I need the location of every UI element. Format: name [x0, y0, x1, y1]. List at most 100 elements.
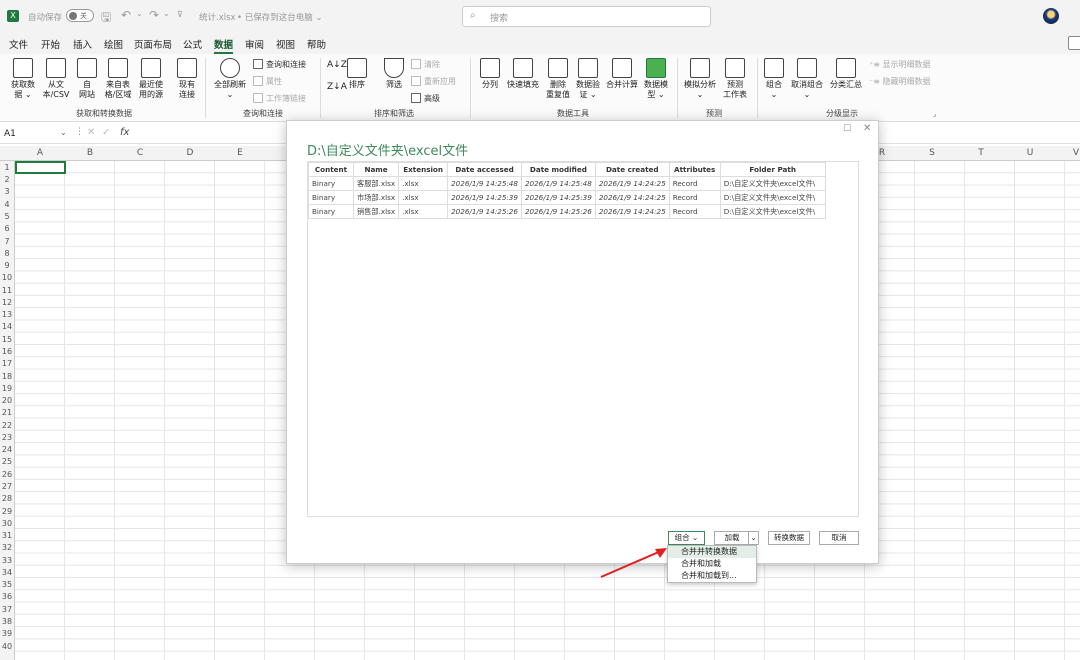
row-header[interactable]: 21 [0, 408, 14, 417]
tab-help[interactable]: 帮助 [307, 37, 326, 51]
clear-filter-button[interactable]: 清除 [411, 59, 440, 70]
sort-za-icon[interactable]: Z↓A [327, 82, 347, 92]
ungroup-button[interactable]: 取消组合 ⌄ [790, 58, 824, 100]
recent-sources-button[interactable]: 最近使 用的源 [136, 58, 166, 100]
row-header[interactable]: 7 [0, 237, 14, 246]
column-header[interactable]: T [971, 148, 991, 158]
redo-icon[interactable]: ↷ [149, 8, 159, 22]
row-header[interactable]: 36 [0, 592, 14, 601]
menu-item-combine-load-to[interactable]: 合并和加载到... [668, 570, 756, 582]
row-header[interactable]: 34 [0, 568, 14, 577]
group-button[interactable]: 组合 ⌄ [764, 58, 784, 100]
autosave-toggle[interactable]: 关 [66, 9, 94, 22]
row-header[interactable]: 35 [0, 580, 14, 589]
row-header[interactable]: 33 [0, 556, 14, 565]
tab-data[interactable]: 数据 [214, 37, 234, 54]
reapply-button[interactable]: 重新应用 [411, 76, 456, 87]
flash-fill-button[interactable]: 快速填充 [506, 58, 540, 90]
undo-icon[interactable]: ↶ [121, 8, 131, 22]
show-detail-button[interactable]: ⁺≡ 显示明细数据 [869, 59, 930, 70]
workbook-links-button[interactable]: 工作簿链接 [253, 93, 306, 104]
tab-review[interactable]: 审阅 [245, 37, 264, 51]
menu-item-combine-transform[interactable]: 合并并转换数据 [668, 546, 756, 558]
row-header[interactable]: 17 [0, 359, 14, 368]
row-header[interactable]: 38 [0, 617, 14, 626]
transform-data-button[interactable]: 转换数据 [768, 531, 810, 545]
row-header[interactable]: 27 [0, 482, 14, 491]
row-header[interactable]: 1 [0, 163, 14, 172]
row-header[interactable]: 16 [0, 347, 14, 356]
row-header[interactable]: 39 [0, 629, 14, 638]
properties-button[interactable]: 属性 [253, 76, 282, 87]
filter-button[interactable]: 筛选 [383, 58, 405, 90]
load-button[interactable]: 加载 [714, 531, 750, 545]
cancel-button[interactable]: 取消 [819, 531, 859, 545]
row-header[interactable]: 9 [0, 261, 14, 270]
close-icon[interactable]: ✕ [863, 123, 871, 134]
row-header[interactable]: 10 [0, 273, 14, 282]
row-header[interactable]: 26 [0, 470, 14, 479]
row-header[interactable]: 30 [0, 519, 14, 528]
maximize-icon[interactable]: ☐ [843, 124, 851, 134]
tab-file[interactable]: 文件 [9, 37, 28, 51]
data-model-button[interactable]: 数据模 型 ⌄ [643, 58, 669, 100]
row-header[interactable]: 40 [0, 642, 14, 651]
remove-duplicates-button[interactable]: 删除 重复值 [545, 58, 571, 100]
selected-cell-a1[interactable] [15, 161, 66, 174]
queries-connections-button[interactable]: 查询和连接 [253, 59, 306, 70]
row-header[interactable]: 5 [0, 212, 14, 221]
column-header[interactable]: C [130, 148, 150, 158]
from-web-button[interactable]: 自 网站 [76, 58, 98, 100]
row-header[interactable]: 24 [0, 445, 14, 454]
dialog-launcher-icon[interactable]: ⌟ [933, 110, 936, 118]
column-header[interactable]: D [180, 148, 200, 158]
tab-insert[interactable]: 插入 [73, 37, 92, 51]
from-text-csv-button[interactable]: 从文 本/CSV [41, 58, 71, 100]
search-box[interactable]: ⌕ 搜索 [462, 6, 711, 27]
row-header[interactable]: 13 [0, 310, 14, 319]
subtotal-button[interactable]: 分类汇总 [829, 58, 863, 90]
row-header[interactable]: 6 [0, 224, 14, 233]
row-header[interactable]: 12 [0, 298, 14, 307]
consolidate-button[interactable]: 合并计算 [605, 58, 639, 90]
row-header[interactable]: 15 [0, 335, 14, 344]
customize-qat-icon[interactable]: ⊽ [177, 10, 183, 19]
row-header[interactable]: 29 [0, 507, 14, 516]
menu-item-combine-load[interactable]: 合并和加载 [668, 558, 756, 570]
row-header[interactable]: 8 [0, 249, 14, 258]
name-box-dropdown-icon[interactable]: ⌄ [60, 128, 67, 137]
row-header[interactable]: 2 [0, 175, 14, 184]
tab-view[interactable]: 视图 [276, 37, 295, 51]
forecast-sheet-button[interactable]: 预测 工作表 [721, 58, 749, 100]
redo-dropdown-icon[interactable]: ⌄ [163, 9, 170, 18]
get-data-button[interactable]: 获取数 据 ⌄ [9, 58, 37, 100]
existing-connections-button[interactable]: 现有 连接 [175, 58, 199, 100]
from-table-button[interactable]: 来自表 格/区域 [103, 58, 133, 100]
column-header[interactable]: E [230, 148, 250, 158]
row-header[interactable]: 32 [0, 543, 14, 552]
row-header[interactable]: 3 [0, 187, 14, 196]
column-header[interactable]: A [30, 148, 50, 158]
what-if-analysis-button[interactable]: 模拟分析 ⌄ [683, 58, 717, 100]
confirm-entry-icon[interactable]: ✓ [102, 127, 110, 138]
row-header[interactable]: 25 [0, 457, 14, 466]
row-header[interactable]: 31 [0, 531, 14, 540]
cancel-entry-icon[interactable]: ✕ [87, 127, 95, 138]
tab-home[interactable]: 开始 [41, 37, 60, 51]
name-box[interactable]: A1 [4, 129, 16, 139]
text-to-columns-button[interactable]: 分列 [479, 58, 501, 90]
tab-page-layout[interactable]: 页面布局 [134, 37, 172, 51]
row-header[interactable]: 4 [0, 200, 14, 209]
save-status[interactable]: • 已保存到这台电脑 ⌄ [237, 11, 323, 23]
combine-button[interactable]: 组合 ⌄ [668, 531, 705, 545]
row-header[interactable]: 20 [0, 396, 14, 405]
advanced-filter-button[interactable]: 高级 [411, 93, 440, 104]
row-header[interactable]: 37 [0, 605, 14, 614]
save-icon[interactable]: 🖫 [101, 8, 111, 29]
load-dropdown-button[interactable]: ⌄ [748, 531, 759, 545]
sort-button[interactable]: 排序 [346, 58, 368, 90]
row-header[interactable]: 18 [0, 372, 14, 381]
tab-formulas[interactable]: 公式 [183, 37, 202, 51]
refresh-all-button[interactable]: 全部刷新 ⌄ [212, 58, 248, 100]
column-header[interactable]: U [1020, 148, 1040, 158]
